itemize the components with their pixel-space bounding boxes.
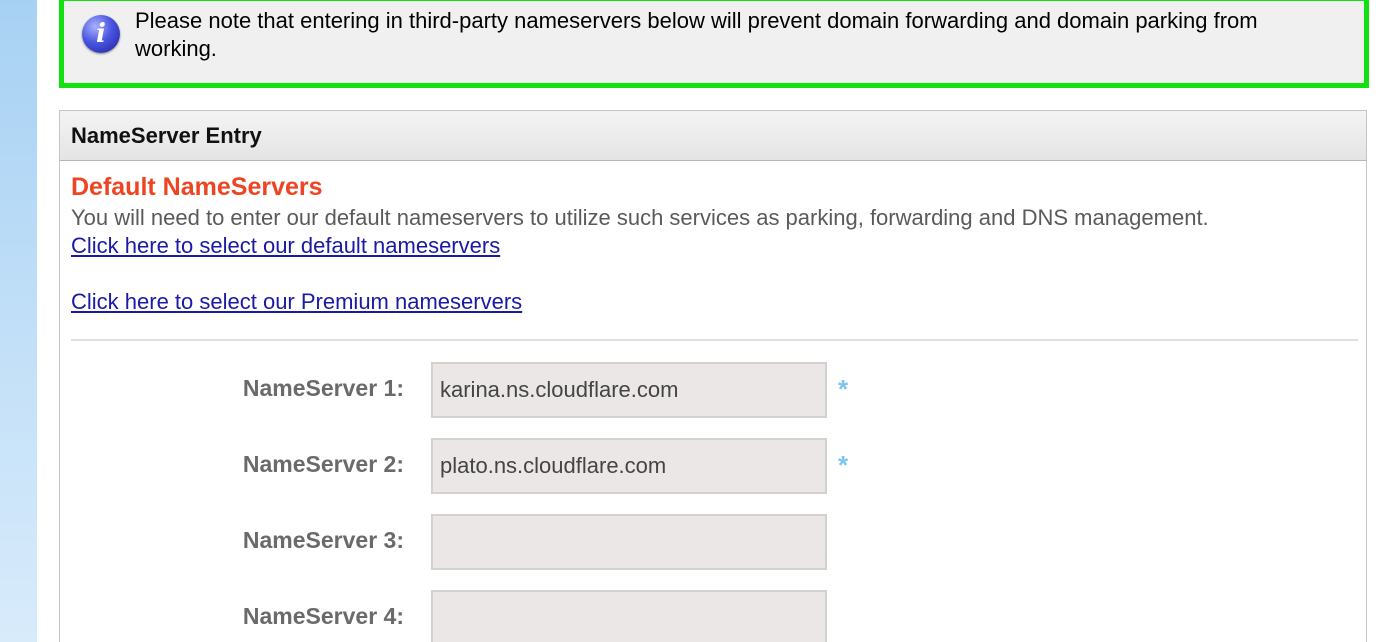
- nameserver-2-label: NameServer 2:: [242, 451, 404, 477]
- premium-nameservers-link[interactable]: Click here to select our Premium nameser…: [71, 289, 522, 315]
- nameserver-row: NameServer 4:: [60, 590, 1360, 642]
- nameserver-4-label: NameServer 4:: [242, 603, 404, 629]
- divider: [71, 339, 1358, 341]
- default-nameservers-link[interactable]: Click here to select our default nameser…: [71, 233, 500, 259]
- nameserver-warning-notice: i Please note that entering in third-par…: [59, 0, 1369, 88]
- info-icon: i: [82, 15, 120, 53]
- section-description: You will need to enter our default names…: [71, 205, 1209, 230]
- notice-text: Please note that entering in third-party…: [135, 8, 1258, 61]
- required-marker: *: [838, 450, 849, 480]
- nameserver-row: NameServer 3:: [60, 514, 1360, 570]
- page: i Please note that entering in third-par…: [0, 0, 1386, 642]
- nameserver-4-input[interactable]: [431, 590, 827, 642]
- panel-header: NameServer Entry: [60, 111, 1366, 161]
- nameserver-1-input[interactable]: [431, 362, 827, 418]
- required-marker: *: [838, 374, 849, 404]
- nameserver-3-label: NameServer 3:: [242, 527, 404, 553]
- nameserver-2-input[interactable]: [431, 438, 827, 494]
- nameserver-row: NameServer 1: *: [60, 362, 1360, 418]
- left-sidebar-strip: [0, 0, 37, 642]
- nameserver-row: NameServer 2: *: [60, 438, 1360, 494]
- section-title: Default NameServers: [71, 173, 323, 201]
- nameserver-1-label: NameServer 1:: [242, 375, 404, 401]
- nameserver-entry-panel: NameServer Entry Default NameServers You…: [59, 110, 1367, 642]
- nameserver-3-input[interactable]: [431, 514, 827, 570]
